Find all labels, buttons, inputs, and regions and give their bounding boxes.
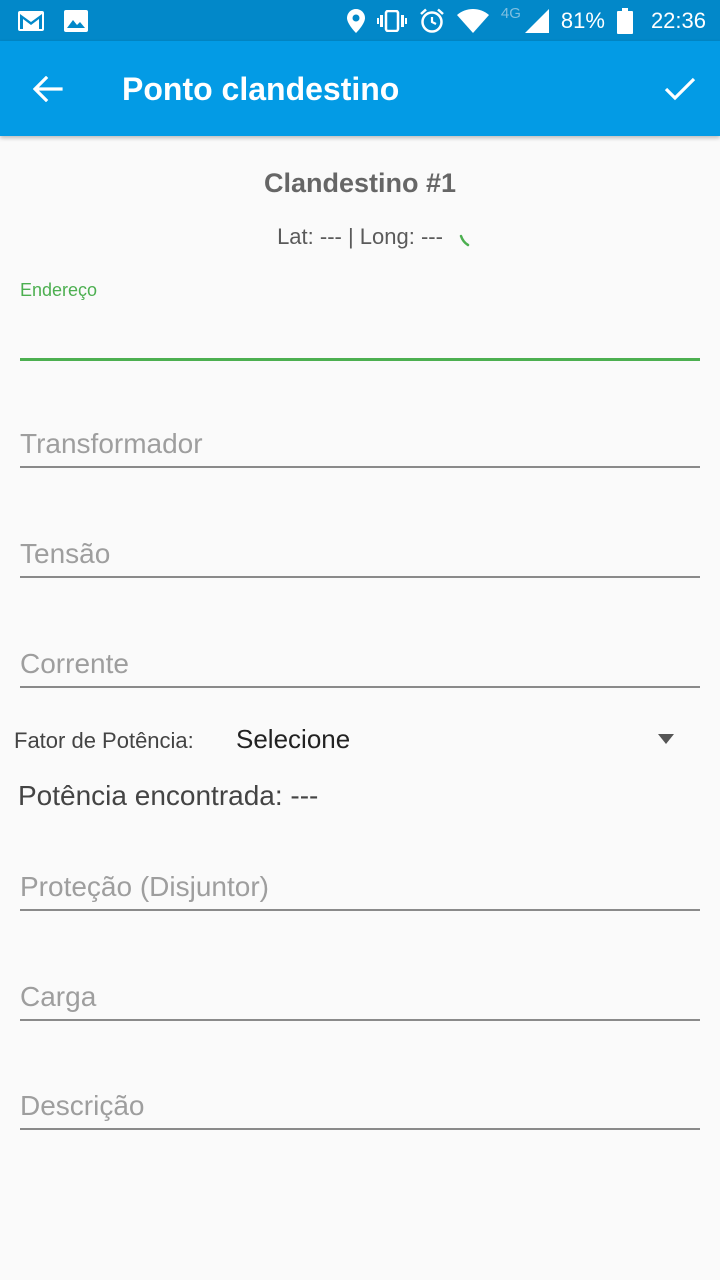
transformador-underline xyxy=(20,466,700,468)
clock: 22:36 xyxy=(650,7,706,33)
record-title: Clandestino #1 xyxy=(263,168,457,198)
battery-percent: 81% xyxy=(560,7,605,33)
page-title: Ponto clandestino xyxy=(122,71,400,107)
status-bar: 4G 81% 22:36 xyxy=(0,0,720,41)
tensao-input[interactable] xyxy=(20,534,700,574)
loading-spinner-icon xyxy=(459,234,470,247)
fator-potencia-row: Fator de Potência: Selecione xyxy=(14,718,694,762)
corrente-underline xyxy=(20,686,700,688)
arrow-back-icon xyxy=(33,76,63,102)
location-icon xyxy=(346,8,365,33)
battery-icon xyxy=(616,7,633,34)
carga-field xyxy=(20,973,700,1025)
endereco-underline xyxy=(20,358,700,361)
transformador-input[interactable] xyxy=(20,424,700,464)
corrente-field xyxy=(20,640,700,692)
network-type: 4G xyxy=(500,5,521,22)
alarm-icon xyxy=(419,8,445,34)
system-icons: 4G 81% 22:36 xyxy=(346,0,706,41)
fator-potencia-select[interactable]: Selecione xyxy=(236,724,350,755)
tensao-field xyxy=(20,530,700,582)
tensao-underline xyxy=(20,576,700,578)
protecao-input[interactable] xyxy=(20,867,700,907)
dropdown-arrow-icon[interactable] xyxy=(658,734,674,744)
coordinates-text: Lat: --- | Long: --- xyxy=(277,224,443,249)
vibrate-icon xyxy=(376,9,407,32)
back-button[interactable] xyxy=(24,65,72,113)
endereco-label: Endereço xyxy=(20,280,98,300)
protecao-underline xyxy=(20,909,700,911)
signal-icon xyxy=(524,8,549,33)
corrente-input[interactable] xyxy=(20,644,700,684)
descricao-field xyxy=(20,1082,700,1134)
protecao-field xyxy=(20,863,700,915)
image-icon xyxy=(64,10,88,32)
notification-icons xyxy=(18,8,88,34)
potencia-encontrada-text: Potência encontrada: --- xyxy=(18,780,319,811)
gmail-icon xyxy=(18,11,44,31)
descricao-underline xyxy=(20,1128,700,1130)
check-icon xyxy=(664,77,696,101)
descricao-input[interactable] xyxy=(20,1086,700,1126)
endereco-field: Endereço xyxy=(20,280,700,364)
endereco-input[interactable] xyxy=(20,312,700,352)
confirm-button[interactable] xyxy=(656,65,704,113)
transformador-field xyxy=(20,420,700,472)
carga-input[interactable] xyxy=(20,977,700,1017)
carga-underline xyxy=(20,1019,700,1021)
app-bar: Ponto clandestino xyxy=(0,41,720,136)
fator-potencia-label: Fator de Potência: xyxy=(14,728,194,753)
wifi-icon xyxy=(456,8,489,33)
